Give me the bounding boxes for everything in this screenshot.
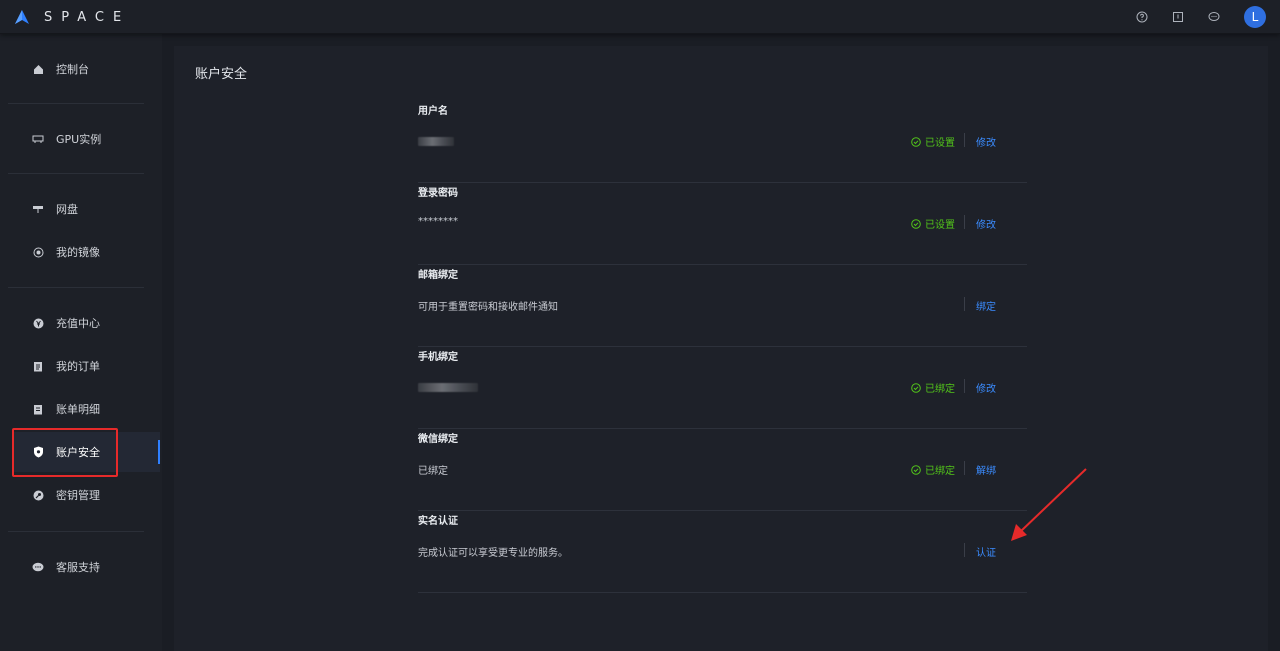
top-actions: L (1114, 0, 1266, 34)
bill-icon (32, 403, 44, 415)
sidebar-item-label: 我的订单 (56, 360, 100, 373)
sidebar-item-label: 账户安全 (56, 446, 100, 459)
status-badge: 已绑定 (911, 380, 955, 395)
sidebar-divider (8, 287, 144, 288)
check-circle-icon (911, 218, 921, 229)
yen-icon (32, 317, 44, 329)
separator (964, 297, 965, 311)
separator (964, 215, 965, 229)
section-username: 用户名 已设置 修改 (418, 102, 1027, 183)
separator (964, 461, 965, 475)
check-circle-icon (911, 464, 921, 475)
status-text: 已设置 (925, 220, 955, 231)
status-badge: 已设置 (911, 216, 955, 231)
separator (964, 379, 965, 393)
section-title: 邮箱绑定 (418, 270, 458, 281)
sidebar-divider (8, 173, 144, 174)
status-text: 已绑定 (925, 466, 955, 477)
section-title: 实名认证 (418, 516, 458, 527)
section-value: ******** (418, 216, 458, 227)
status-text: 已绑定 (925, 384, 955, 395)
edit-phone-link[interactable]: 修改 (976, 380, 996, 395)
section-wechat: 微信绑定 已绑定 已绑定 解绑 (418, 430, 1027, 511)
status-badge: 已设置 (911, 134, 955, 149)
main-panel: 账户安全 用户名 已设置 修改 登录密码 ******** 已设置 修改 邮箱绑… (174, 46, 1268, 651)
section-title: 手机绑定 (418, 352, 458, 363)
status-text: 已设置 (925, 138, 955, 149)
shield-icon (32, 446, 44, 458)
home-icon (32, 63, 44, 75)
sidebar-item-images[interactable]: 我的镜像 (12, 232, 160, 272)
sidebar-divider (8, 103, 144, 104)
disk-icon (32, 203, 44, 215)
unbind-wechat-link[interactable]: 解绑 (976, 462, 996, 477)
top-bar: SPACE L (0, 0, 1280, 34)
check-circle-icon (911, 382, 921, 393)
section-phone: 手机绑定 已绑定 修改 (418, 348, 1027, 429)
status-badge: 已绑定 (911, 462, 955, 477)
sidebar-item-label: 账单明细 (56, 403, 100, 416)
masked-value (418, 137, 454, 146)
sidebar-item-label: 密钥管理 (56, 489, 100, 502)
sidebar-item-gpu[interactable]: GPU实例 (12, 119, 160, 159)
sidebar-item-label: 充值中心 (56, 317, 100, 330)
sidebar: 控制台 GPU实例 网盘 我的镜像 充值中心 我的订单 账单明细 账户安全 密钥… (0, 34, 162, 651)
verify-identity-link[interactable]: 认证 (976, 544, 996, 559)
sidebar-item-account-security[interactable]: 账户安全 (12, 432, 160, 472)
sidebar-item-recharge[interactable]: 充值中心 (12, 303, 160, 343)
logo-icon (15, 10, 29, 24)
help-icon[interactable] (1134, 9, 1150, 25)
logo[interactable]: SPACE (14, 4, 130, 30)
sidebar-item-label: GPU实例 (56, 133, 102, 146)
sidebar-divider (8, 531, 144, 532)
key-icon (32, 489, 44, 501)
sidebar-item-label: 客服支持 (56, 561, 100, 574)
section-value: 可用于重置密码和接收邮件通知 (418, 302, 558, 313)
sidebar-item-support[interactable]: 客服支持 (12, 547, 160, 587)
logo-text: SPACE (44, 9, 131, 25)
section-title: 用户名 (418, 106, 448, 117)
section-title: 微信绑定 (418, 434, 458, 445)
section-value: 已绑定 (418, 466, 448, 477)
sidebar-item-bills[interactable]: 账单明细 (12, 389, 160, 429)
section-email: 邮箱绑定 可用于重置密码和接收邮件通知 绑定 (418, 266, 1027, 347)
bind-email-link[interactable]: 绑定 (976, 298, 996, 313)
sidebar-item-console[interactable]: 控制台 (12, 49, 160, 89)
masked-value (418, 383, 478, 392)
sidebar-item-disk[interactable]: 网盘 (12, 189, 160, 229)
edit-password-link[interactable]: 修改 (976, 216, 996, 231)
sidebar-item-key-management[interactable]: 密钥管理 (12, 475, 160, 515)
document-icon[interactable] (1170, 9, 1186, 25)
image-icon (32, 246, 44, 258)
sidebar-item-label: 控制台 (56, 63, 89, 76)
section-real-name: 实名认证 完成认证可以享受更专业的服务。 认证 (418, 512, 1027, 593)
message-icon[interactable] (1206, 9, 1222, 25)
check-circle-icon (911, 136, 921, 147)
section-password: 登录密码 ******** 已设置 修改 (418, 184, 1027, 265)
sidebar-item-label: 我的镜像 (56, 246, 100, 259)
sidebar-item-orders[interactable]: 我的订单 (12, 346, 160, 386)
chat-icon (32, 561, 44, 573)
avatar[interactable]: L (1244, 6, 1266, 28)
separator (964, 133, 965, 147)
sidebar-item-label: 网盘 (56, 203, 78, 216)
separator (964, 543, 965, 557)
edit-username-link[interactable]: 修改 (976, 134, 996, 149)
order-icon (32, 360, 44, 372)
gpu-icon (32, 133, 44, 145)
section-title: 登录密码 (418, 188, 458, 199)
section-value: 完成认证可以享受更专业的服务。 (418, 548, 568, 559)
page-title: 账户安全 (195, 67, 248, 82)
